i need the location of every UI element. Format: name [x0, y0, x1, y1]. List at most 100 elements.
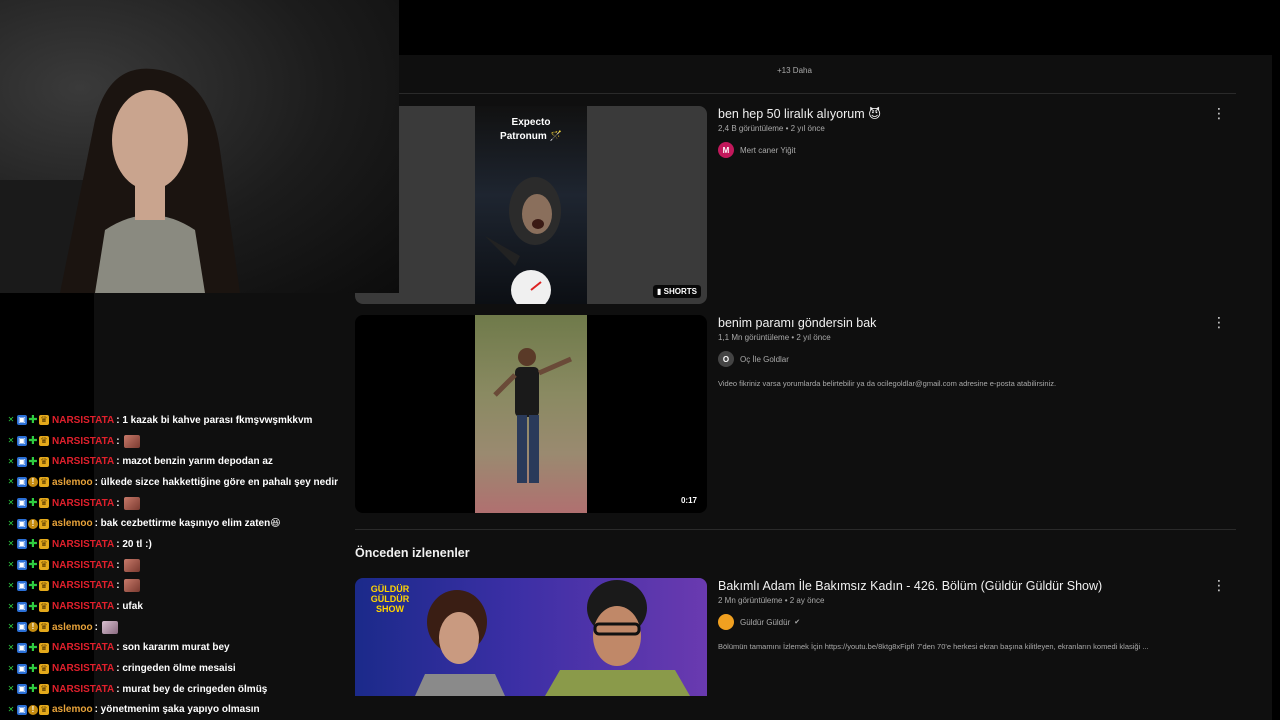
bits-badge-icon: !	[28, 704, 38, 715]
plus-badge-icon: ✚	[28, 497, 38, 510]
chat-username[interactable]: NARSISTATA	[52, 456, 114, 467]
divider	[355, 529, 1236, 530]
chat-badges: ✕ ▣! ♛	[6, 704, 49, 715]
cat-emote-icon	[101, 620, 118, 634]
chat-text: : ufak	[116, 601, 143, 613]
chat-badges: ✕ ▣ ✚ ♛	[6, 435, 49, 448]
bits-badge-icon: !	[28, 518, 38, 529]
chat-message: ✕ ▣ ✚ ♛ NARSISTATA: 1 kazak bi kahve parası …	[6, 410, 366, 431]
shorts-badge: ▮ SHORTS	[653, 285, 701, 298]
video-thumbnail[interactable]: 0:17	[355, 315, 707, 513]
video-title[interactable]: Bakımlı Adam İle Bakımsız Kadın - 426. B…	[718, 578, 1218, 594]
mod-sword-icon: ✕	[7, 456, 15, 466]
chat-username[interactable]: aslemoo	[52, 622, 93, 633]
crown-badge-icon: ♛	[39, 663, 49, 674]
channel-avatar[interactable]: O	[718, 351, 734, 367]
chat-message: ✕ ▣ ✚ ♛ NARSISTATA: 20 tl :)	[6, 534, 366, 555]
mod-sword-icon: ✕	[7, 498, 15, 508]
thumbnail-figure	[485, 177, 561, 304]
channel-name[interactable]: Mert caner Yiğit	[740, 146, 796, 155]
plus-badge-icon: ✚	[28, 414, 38, 427]
chat-message: ✕ ▣ ✚ ♛ NARSISTATA: ufak	[6, 596, 366, 617]
channel-row[interactable]: M Mert caner Yiğit	[718, 142, 1218, 158]
vip-badge-icon: ▣	[17, 539, 27, 550]
channel-row[interactable]: O Oç İle Goldlar	[718, 351, 1218, 367]
chat-badges: ✕ ▣ ✚ ♛	[6, 600, 49, 613]
chat-text: : son kararım murat bey	[116, 642, 230, 654]
crown-badge-icon: ♛	[39, 560, 49, 571]
chat-overlay: ✕ ▣ ✚ ♛ NARSISTATA: 1 kazak bi kahve parası …	[6, 410, 366, 720]
more-options-icon[interactable]: ⋮	[1212, 578, 1226, 592]
vip-badge-icon: ▣	[17, 518, 27, 529]
chat-username[interactable]: NARSISTATA	[52, 601, 114, 612]
chat-message: ✕ ▣! ♛ aslemoo:	[6, 617, 366, 638]
vip-badge-icon: ▣	[17, 580, 27, 591]
chat-username[interactable]: NARSISTATA	[52, 436, 114, 447]
crown-badge-icon: ♛	[39, 580, 49, 591]
chat-username[interactable]: NARSISTATA	[52, 560, 114, 571]
chat-message: ✕ ▣ ✚ ♛ NARSISTATA: mazot benzin yarım depod…	[6, 451, 366, 472]
chat-username[interactable]: aslemoo	[52, 477, 93, 488]
vip-badge-icon: ▣	[17, 477, 27, 488]
mod-sword-icon: ✕	[7, 601, 15, 611]
chat-badges: ✕ ▣! ♛	[6, 477, 49, 488]
streamer-figure	[0, 68, 240, 293]
mod-sword-icon: ✕	[7, 580, 15, 590]
chat-username[interactable]: aslemoo	[52, 518, 93, 529]
chat-text: :	[116, 497, 120, 509]
video-title[interactable]: benim paramı göndersin bak	[718, 315, 1218, 331]
chat-text: :	[116, 559, 120, 571]
mod-sword-icon: ✕	[7, 622, 15, 632]
vip-badge-icon: ▣	[17, 456, 27, 467]
video-title[interactable]: ben hep 50 liralık alıyorum 😈	[718, 106, 1218, 122]
channel-row[interactable]: Güldür Güldür ✔	[718, 614, 1218, 630]
video-info: ben hep 50 liralık alıyorum 😈 2,4 B görü…	[718, 106, 1218, 158]
chat-username[interactable]: NARSISTATA	[52, 580, 114, 591]
chat-username[interactable]: NARSISTATA	[52, 498, 114, 509]
divider	[355, 93, 1236, 94]
plus-badge-icon: ✚	[28, 579, 38, 592]
crown-badge-icon: ♛	[39, 704, 49, 715]
chat-text: : ülkede sizce hakkettiğine göre en paha…	[94, 476, 338, 488]
chat-username[interactable]: NARSISTATA	[52, 415, 114, 426]
crown-badge-icon: ♛	[39, 622, 49, 633]
chat-message: ✕ ▣! ♛ aslemoo: yönetmenim şaka yapıyo olma…	[6, 700, 366, 720]
chat-username[interactable]: NARSISTATA	[52, 684, 114, 695]
thumbnail-figure	[493, 348, 573, 483]
more-options-icon[interactable]: ⋮	[1212, 315, 1226, 329]
channel-name[interactable]: Güldür Güldür	[740, 618, 790, 627]
channel-avatar[interactable]	[718, 614, 734, 630]
chat-username[interactable]: NARSISTATA	[52, 663, 114, 674]
mod-sword-icon: ✕	[7, 539, 15, 549]
chat-badges: ✕ ▣ ✚ ♛	[6, 456, 49, 467]
chat-badges: ✕ ▣ ✚ ♛	[6, 663, 49, 674]
chat-username[interactable]: NARSISTATA	[52, 539, 114, 550]
chat-text: : mazot benzin yarım depodan az	[116, 456, 273, 468]
chat-username[interactable]: aslemoo	[52, 704, 93, 715]
vip-badge-icon: ▣	[17, 663, 27, 674]
channel-avatar[interactable]: M	[718, 142, 734, 158]
chat-message: ✕ ▣ ✚ ♛ NARSISTATA: son kararım murat bey	[6, 638, 366, 659]
mod-sword-icon: ✕	[7, 560, 15, 570]
more-options-icon[interactable]: ⋮	[1212, 106, 1226, 120]
chat-text: :	[116, 580, 120, 592]
chat-message: ✕ ▣! ♛ aslemoo: ülkede sizce hakkettiğine g…	[6, 472, 366, 493]
verified-icon: ✔	[794, 619, 801, 626]
plus-badge-icon: ✚	[28, 435, 38, 448]
chat-text: : yönetmenim şaka yapıyo olmasın	[94, 704, 260, 716]
video-thumbnail[interactable]: GÜLDÜR GÜLDÜR SHOW	[355, 578, 707, 696]
chat-username[interactable]: NARSISTATA	[52, 642, 114, 653]
chat-message: ✕ ▣ ✚ ♛ NARSISTATA:	[6, 431, 366, 452]
video-description: Video fikriniz varsa yorumlarda belirteb…	[718, 379, 1057, 388]
chat-message: ✕ ▣ ✚ ♛ NARSISTATA: cringeden ölme mesaisi	[6, 658, 366, 679]
more-shorts-link[interactable]: +13 Daha	[777, 66, 812, 75]
thumbnail-figure	[415, 580, 690, 696]
video-meta: 2,4 B görüntüleme • 2 yıl önce	[718, 124, 825, 133]
vip-badge-icon: ▣	[17, 622, 27, 633]
plus-badge-icon: ✚	[28, 600, 38, 613]
mod-sword-icon: ✕	[7, 704, 15, 714]
video-thumbnail[interactable]: Expecto Patronum 🪄 ▮ SHORTS	[355, 106, 707, 304]
chat-text: : 1 kazak bi kahve parası fkmşvwşmkkvm	[116, 414, 313, 426]
bits-badge-icon: !	[28, 622, 38, 633]
channel-name[interactable]: Oç İle Goldlar	[740, 355, 789, 364]
